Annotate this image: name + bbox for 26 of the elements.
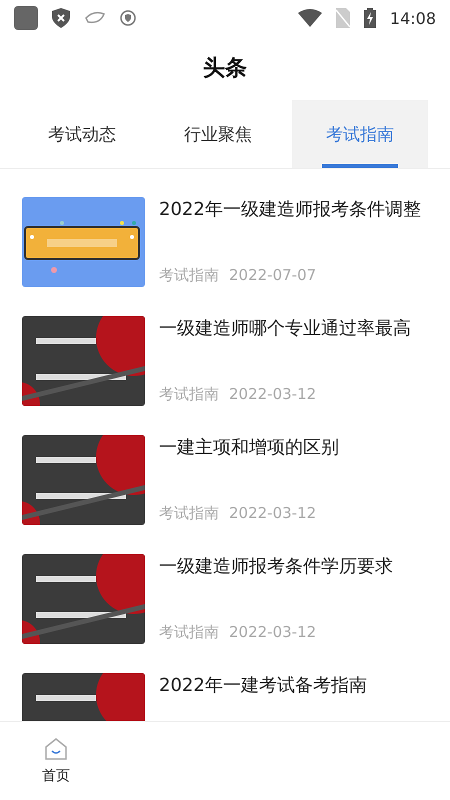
article-category: 考试指南 [159, 623, 219, 642]
article-category: 考试指南 [159, 266, 219, 285]
article-title[interactable]: 2022年一建考试备考指南 [159, 673, 428, 698]
article-title[interactable]: 一建主项和增项的区别 [159, 435, 428, 460]
article-title[interactable]: 2022年一级建造师报考条件调整 [159, 197, 428, 222]
shield-icon [120, 10, 136, 26]
home-icon [44, 737, 68, 761]
shield-icon [52, 8, 70, 28]
article-date: 2022-03-12 [229, 504, 316, 523]
wifi-icon [298, 9, 322, 27]
battery-icon [364, 8, 376, 28]
article-date: 2022-03-12 [229, 385, 316, 404]
no-sim-icon [336, 8, 350, 28]
tab[interactable]: 考试指南 [292, 100, 428, 168]
article-date: 2022-03-12 [229, 623, 316, 642]
article-title[interactable]: 一级建造师哪个专业通过率最高 [159, 316, 428, 341]
tab[interactable]: 考试动态 [14, 100, 150, 168]
nav-item[interactable]: 首页 [0, 722, 112, 800]
status-time: 14:08 [390, 8, 436, 28]
article-title[interactable]: 一级建造师报考条件学历要求 [159, 554, 428, 579]
article-date: 2022-07-07 [229, 266, 316, 285]
article-category: 考试指南 [159, 385, 219, 404]
page-title: 头条 [203, 55, 247, 83]
tab[interactable]: 行业聚焦 [150, 100, 286, 168]
article-category: 考试指南 [159, 504, 219, 523]
app-icon [14, 6, 38, 30]
